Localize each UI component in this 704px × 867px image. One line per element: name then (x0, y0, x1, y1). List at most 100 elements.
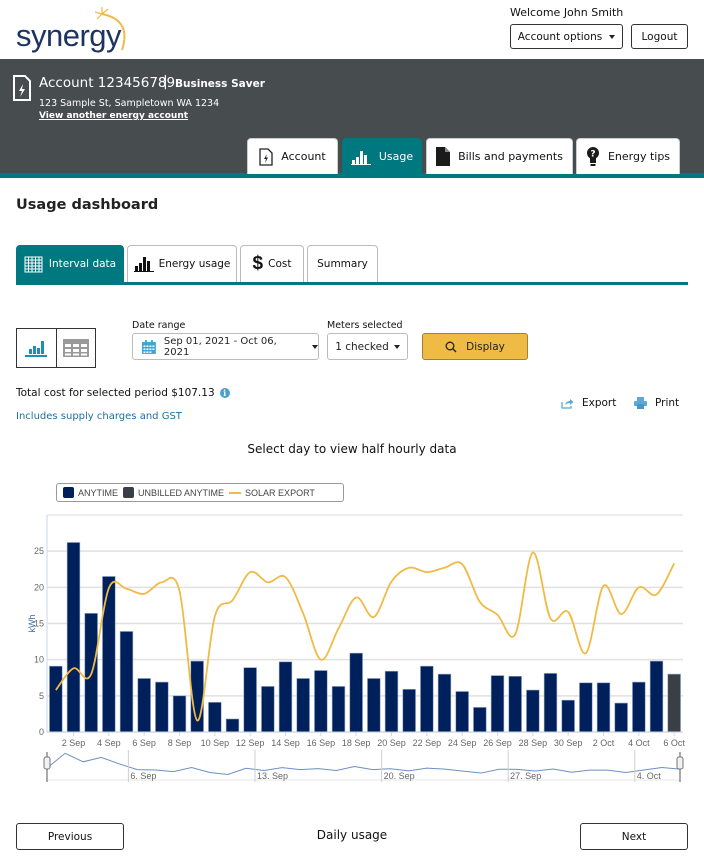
tab-energy-usage[interactable]: Energy usage (127, 245, 237, 282)
navigator-right-handle[interactable] (676, 756, 684, 770)
bar-anytime[interactable] (402, 689, 416, 733)
y-tick-label: 20 (34, 582, 44, 592)
bar-anytime[interactable] (66, 542, 81, 733)
bar-anytime[interactable] (596, 682, 611, 733)
view-mode-toggle (16, 328, 96, 368)
bar-anytime[interactable] (137, 678, 151, 733)
tab-energy-usage-label: Energy usage (158, 258, 231, 270)
tab-summary[interactable]: Summary (307, 245, 378, 282)
x-tick-label: 26 Sep (483, 738, 512, 748)
caret-down-icon (609, 34, 616, 39)
legend-anytime[interactable]: ANYTIME (63, 487, 118, 498)
bar-anytime[interactable] (526, 689, 540, 733)
page-title: Usage dashboard (16, 197, 159, 213)
x-tick-label: 12 Sep (236, 738, 265, 748)
bar-anytime[interactable] (455, 691, 469, 733)
table-icon (62, 339, 89, 357)
x-tick-label: 4 Sep (97, 738, 121, 748)
bar-anytime[interactable] (261, 686, 275, 733)
info-icon[interactable]: i (219, 388, 230, 398)
bar-anytime[interactable] (384, 670, 399, 733)
bar-anytime[interactable] (331, 686, 346, 733)
bar-anytime[interactable] (473, 707, 487, 733)
tab-summary-label: Summary (317, 258, 368, 270)
chart-view-button[interactable] (17, 329, 56, 367)
bar-anytime[interactable] (614, 702, 628, 733)
bar-anytime[interactable] (649, 660, 664, 733)
display-button[interactable]: Display (422, 333, 528, 360)
export-button[interactable]: Export (561, 397, 616, 409)
bar-chart-icon (350, 150, 371, 165)
top-header: synergy Welcome John Smith Account optio… (0, 0, 704, 59)
bar-anytime[interactable] (420, 665, 434, 733)
x-tick-label: 16 Sep (307, 738, 336, 748)
x-tick-label: 24 Sep (448, 738, 477, 748)
grid-icon (24, 256, 43, 273)
synergy-logo[interactable]: synergy (14, 6, 134, 54)
bar-anytime[interactable] (579, 682, 593, 733)
next-button[interactable]: Next (580, 823, 688, 850)
legend-solar-label: SOLAR EXPORT (245, 487, 315, 498)
sub-tabs-underline (16, 282, 688, 285)
table-view-button[interactable] (55, 329, 96, 367)
account-address: 123 Sample St, Sampletown WA 1234 (39, 98, 220, 109)
tab-energy-tips-label: Energy tips (607, 150, 671, 163)
x-tick-label: 30 Sep (554, 738, 583, 748)
bar-anytime[interactable] (561, 699, 575, 733)
bar-anytime[interactable] (296, 678, 310, 733)
print-button[interactable]: Print (634, 397, 679, 409)
export-label: Export (582, 397, 617, 409)
bar-anytime[interactable] (243, 667, 257, 733)
bar-anytime[interactable] (437, 673, 452, 733)
x-tick-label: 4 Oct (628, 738, 650, 748)
bar-anytime[interactable] (102, 576, 116, 733)
bar-anytime[interactable] (314, 670, 328, 733)
x-tick-label: 8 Sep (168, 738, 192, 748)
logout-button[interactable]: Logout (631, 24, 688, 49)
bar-anytime[interactable] (119, 631, 134, 733)
bar-anytime[interactable] (508, 676, 522, 733)
dollar-icon: $ (252, 253, 264, 274)
navigator-label: 4. Oct (637, 771, 662, 781)
tab-bills-and-payments[interactable]: Bills and payments (426, 138, 573, 174)
tab-account[interactable]: Account (247, 138, 338, 174)
bar-anytime[interactable] (367, 678, 381, 733)
bar-anytime[interactable] (349, 652, 363, 733)
tab-usage[interactable]: Usage (342, 138, 422, 174)
bar-anytime[interactable] (49, 665, 63, 733)
account-document-icon (259, 147, 273, 166)
account-options-button[interactable]: Account options (510, 24, 623, 49)
navigator-label: 20. Sep (384, 771, 415, 781)
tab-account-label: Account (281, 150, 326, 163)
bar-anytime[interactable] (490, 675, 505, 733)
navigator-label: 13. Sep (257, 771, 288, 781)
meters-dropdown[interactable]: 1 checked (327, 333, 408, 360)
bar-anytime[interactable] (225, 718, 240, 733)
bar-anytime[interactable] (155, 681, 169, 733)
bar-anytime[interactable] (632, 681, 646, 733)
legend-swatch (63, 487, 74, 498)
navigator-left-handle[interactable] (43, 756, 51, 770)
x-tick-label: 6 Oct (663, 738, 685, 748)
account-document-icon (13, 75, 31, 101)
meters-value: 1 checked (335, 340, 389, 353)
view-another-account-link[interactable]: View another energy account (39, 111, 188, 121)
x-tick-label: 14 Sep (271, 738, 300, 748)
date-range-picker[interactable]: Sep 01, 2021 - Oct 06, 2021 (132, 333, 319, 360)
search-icon (445, 341, 457, 352)
bar-unbilled-anytime[interactable] (667, 673, 681, 733)
account-separator: | (163, 74, 168, 90)
total-cost-text: Total cost for selected period $107.13 (16, 387, 215, 399)
legend-solar-export[interactable]: SOLAR EXPORT (229, 488, 315, 498)
tab-interval-data[interactable]: Interval data (16, 245, 124, 282)
bar-anytime[interactable] (208, 702, 222, 733)
date-range-value: Sep 01, 2021 - Oct 06, 2021 (163, 335, 277, 358)
legend-anytime-label: ANYTIME (78, 487, 119, 498)
svg-text:?: ? (590, 150, 595, 160)
bar-anytime[interactable] (278, 661, 293, 733)
bar-anytime[interactable] (543, 673, 558, 733)
tab-cost[interactable]: $ Cost (240, 245, 304, 282)
bar-anytime[interactable] (172, 695, 187, 733)
tab-energy-tips[interactable]: ? Energy tips (576, 138, 680, 174)
legend-unbilled-anytime[interactable]: UNBILLED ANYTIME (123, 487, 224, 498)
